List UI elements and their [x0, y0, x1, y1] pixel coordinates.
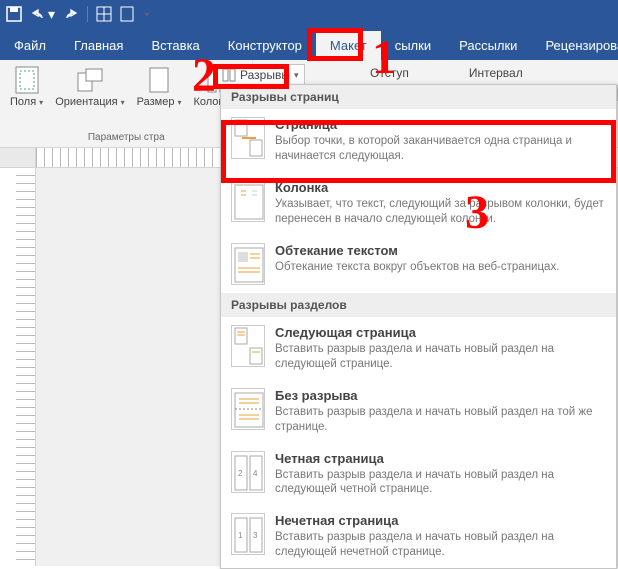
column-break-icon	[231, 180, 265, 222]
break-evenpage-title: Четная страница	[275, 451, 606, 466]
ruler-gutter	[0, 148, 36, 167]
breaks-label: Разрывы	[240, 68, 290, 82]
textwrap-break-icon	[231, 243, 265, 285]
vertical-ruler[interactable]	[16, 168, 36, 566]
break-evenpage-item[interactable]: 24 Четная страница Вставить разрыв разде…	[221, 443, 616, 506]
evenpage-break-icon: 24	[231, 451, 265, 493]
breaks-button[interactable]: Разрывы ▾	[215, 64, 305, 86]
break-oddpage-title: Нечетная страница	[275, 513, 606, 528]
break-oddpage-item[interactable]: 13 Нечетная страница Вставить разрыв раз…	[221, 505, 616, 568]
break-textwrap-title: Обтекание текстом	[275, 243, 606, 258]
qat-customize-icon[interactable]	[142, 10, 149, 19]
qat-doc-icon[interactable]	[120, 6, 134, 22]
tab-mailings[interactable]: Рассылки	[445, 31, 531, 60]
break-continuous-desc: Вставить разрыв раздела и начать новый р…	[275, 405, 606, 435]
svg-text:1: 1	[238, 531, 243, 540]
svg-text:2: 2	[238, 469, 243, 478]
undo-icon[interactable]: ▾	[30, 6, 55, 23]
svg-text:3: 3	[253, 531, 258, 540]
section-breaks-header: Разрывы разделов	[221, 293, 616, 317]
break-nextpage-item[interactable]: Следующая страница Вставить разрыв разде…	[221, 317, 616, 380]
break-column-desc: Указывает, что текст, следующий за разры…	[275, 197, 606, 227]
tab-file[interactable]: Файл	[0, 31, 60, 60]
tab-insert[interactable]: Вставка	[137, 31, 213, 60]
page-setup-group-label: Параметры стра	[88, 130, 165, 145]
break-page-item[interactable]: Страница Выбор точки, в которой заканчив…	[221, 109, 616, 172]
tab-design[interactable]: Конструктор	[214, 31, 316, 60]
margins-icon	[13, 66, 41, 94]
redo-icon[interactable]	[63, 7, 79, 21]
ribbon-tabs: Файл Главная Вставка Конструктор Макет с…	[0, 28, 618, 60]
break-nextpage-desc: Вставить разрыв раздела и начать новый р…	[275, 342, 606, 372]
spacing-label: Интервал	[469, 66, 523, 80]
break-column-item[interactable]: Колонка Указывает, что текст, следующий …	[221, 172, 616, 235]
tab-review[interactable]: Рецензирование	[531, 31, 618, 60]
paragraph-section: Отступ Интервал	[370, 66, 523, 80]
break-column-title: Колонка	[275, 180, 606, 195]
save-icon[interactable]	[6, 6, 22, 22]
tab-references[interactable]: сылки	[381, 31, 445, 60]
margins-button[interactable]: Поля	[6, 64, 47, 130]
break-page-desc: Выбор точки, в которой заканчивается одн…	[275, 134, 606, 164]
quick-access-toolbar: ▾	[0, 0, 618, 28]
oddpage-break-icon: 13	[231, 513, 265, 555]
qat-table-icon[interactable]	[96, 6, 112, 22]
margins-label: Поля	[10, 96, 43, 108]
indent-label: Отступ	[370, 66, 409, 80]
break-continuous-title: Без разрыва	[275, 388, 606, 403]
break-evenpage-desc: Вставить разрыв раздела и начать новый р…	[275, 468, 606, 498]
tab-home[interactable]: Главная	[60, 31, 137, 60]
size-button[interactable]: Размер	[133, 64, 186, 130]
break-textwrap-desc: Обтекание текста вокруг объектов на веб-…	[275, 260, 606, 275]
svg-text:4: 4	[253, 469, 258, 478]
break-nextpage-title: Следующая страница	[275, 325, 606, 340]
orientation-button[interactable]: Ориентация	[51, 64, 128, 130]
breaks-dropdown: Разрывы страниц Страница Выбор точки, в …	[220, 84, 617, 569]
chevron-down-icon: ▾	[294, 70, 299, 81]
orientation-icon	[76, 66, 104, 94]
page-breaks-header: Разрывы страниц	[221, 85, 616, 109]
size-icon	[145, 66, 173, 94]
size-label: Размер	[137, 96, 182, 108]
break-oddpage-desc: Вставить разрыв раздела и начать новый р…	[275, 530, 606, 560]
break-continuous-item[interactable]: Без разрыва Вставить разрыв раздела и на…	[221, 380, 616, 443]
orientation-label: Ориентация	[55, 96, 124, 108]
breaks-icon	[222, 68, 236, 82]
break-page-title: Страница	[275, 117, 606, 132]
nextpage-break-icon	[231, 325, 265, 367]
continuous-break-icon	[231, 388, 265, 430]
page-break-icon	[231, 117, 265, 159]
tab-layout[interactable]: Макет	[316, 31, 381, 60]
break-textwrap-item[interactable]: Обтекание текстом Обтекание текста вокру…	[221, 235, 616, 293]
qat-separator	[87, 6, 88, 22]
